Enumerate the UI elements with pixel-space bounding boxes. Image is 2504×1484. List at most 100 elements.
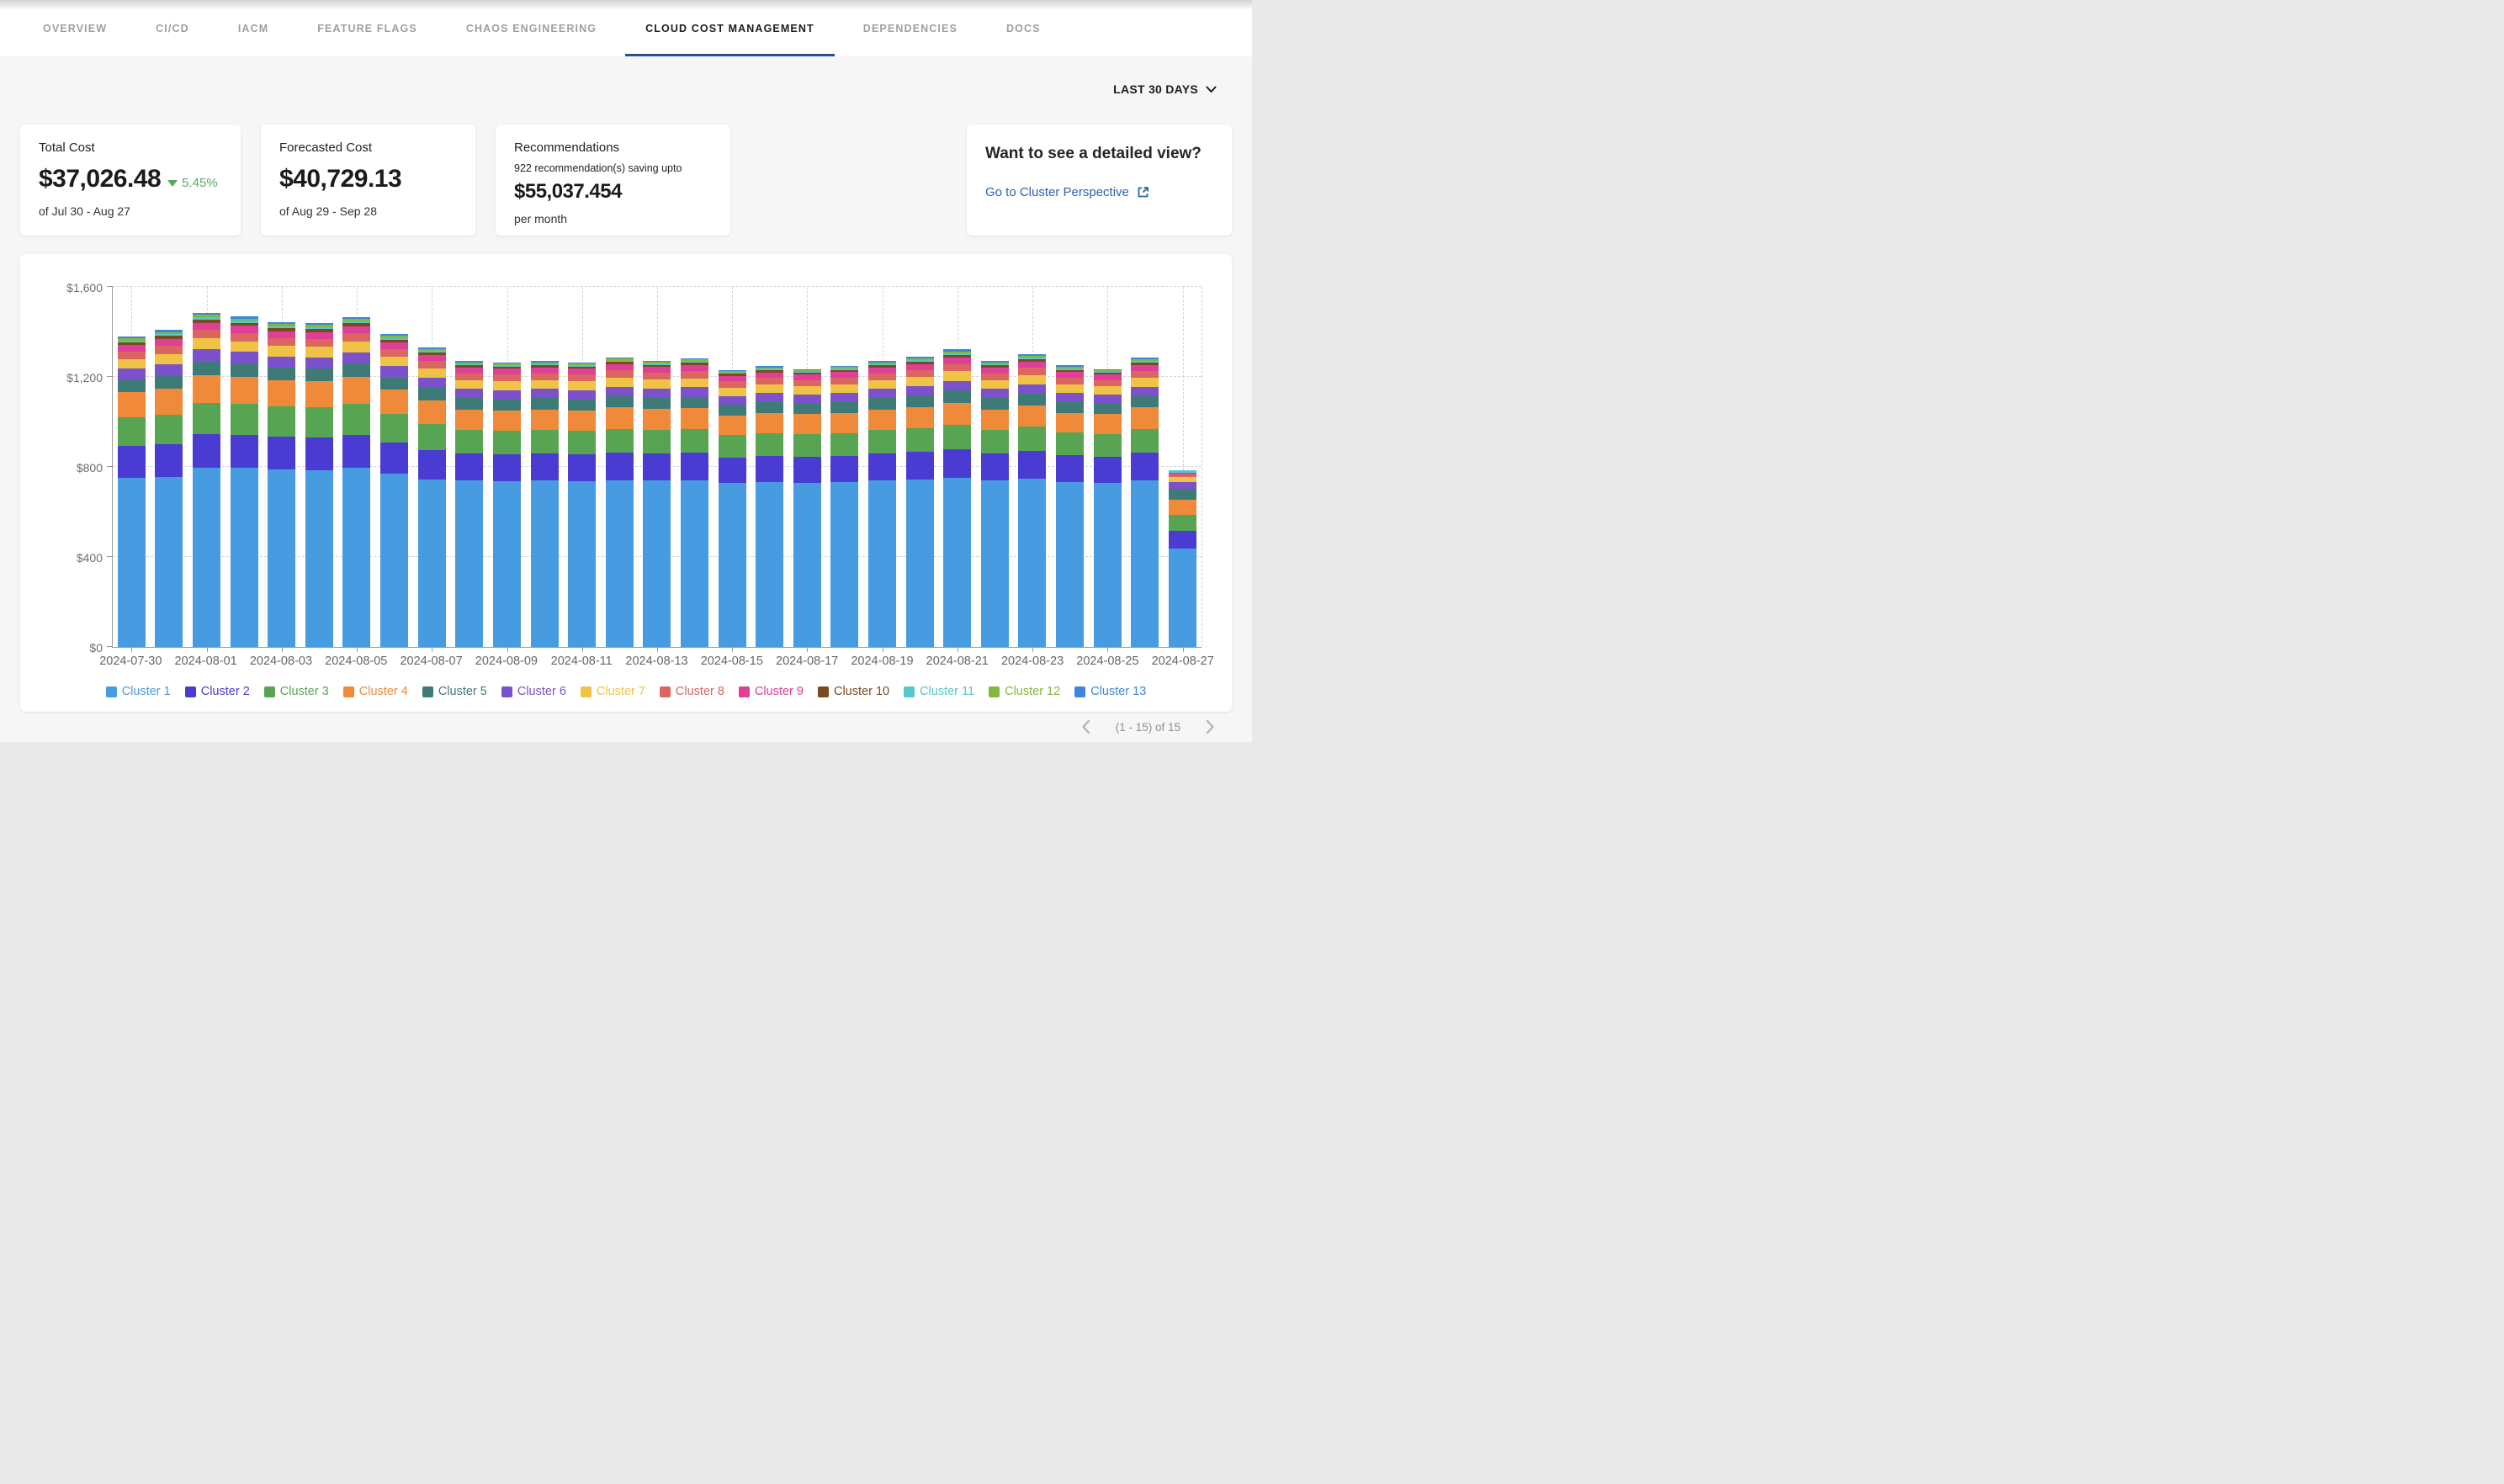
segment-cluster-8 — [380, 349, 408, 357]
bar-2024-08-20[interactable] — [901, 287, 939, 647]
segment-cluster-5 — [1094, 404, 1122, 415]
legend-item-cluster-12[interactable]: Cluster 12 — [989, 685, 1060, 698]
bar-2024-08-13[interactable] — [639, 287, 676, 647]
segment-cluster-3 — [719, 435, 746, 457]
bar-2024-08-22[interactable] — [976, 287, 1014, 647]
y-tick-mark — [107, 286, 113, 287]
segment-cluster-9 — [1018, 362, 1046, 368]
legend-item-cluster-7[interactable]: Cluster 7 — [581, 685, 645, 698]
bar-2024-08-24[interactable] — [1051, 287, 1089, 647]
bar-2024-08-08[interactable] — [450, 287, 488, 647]
x-tick-label: 2024-08-05 — [325, 655, 387, 668]
segment-cluster-4 — [193, 375, 220, 403]
bar-2024-08-25[interactable] — [1089, 287, 1127, 647]
legend-item-cluster-5[interactable]: Cluster 5 — [422, 685, 487, 698]
segment-cluster-1 — [981, 480, 1009, 647]
segment-cluster-5 — [719, 405, 746, 416]
bar-2024-08-05[interactable] — [338, 287, 376, 647]
segment-cluster-7 — [793, 386, 821, 395]
bar-2024-08-15[interactable] — [714, 287, 751, 647]
bar-2024-08-07[interactable] — [413, 287, 451, 647]
segment-cluster-3 — [643, 430, 671, 453]
chevron-right-icon[interactable] — [1206, 719, 1215, 734]
x-tick-mark — [657, 647, 658, 652]
tab-docs[interactable]: DOCS — [982, 0, 1065, 56]
summary-cards: Total Cost $37,026.485.45% of Jul 30 - A… — [20, 125, 1232, 236]
cost-chart-card: $0$400$800$1,200$1,600 2024-07-302024-08… — [20, 254, 1232, 712]
tab-ci-cd[interactable]: CI/CD — [131, 0, 214, 56]
forecasted-cost-period: of Aug 29 - Sep 28 — [279, 204, 457, 218]
tab-feature-flags[interactable]: FEATURE FLAGS — [293, 0, 442, 56]
segment-cluster-8 — [455, 374, 483, 380]
segment-cluster-9 — [606, 364, 634, 370]
bar-2024-08-14[interactable] — [676, 287, 714, 647]
x-tick-mark — [1032, 647, 1033, 652]
bar-2024-08-26[interactable] — [1126, 287, 1164, 647]
bar-2024-08-27[interactable] — [1164, 287, 1202, 647]
segment-cluster-2 — [643, 453, 671, 480]
segment-cluster-7 — [268, 346, 295, 356]
x-tick-mark — [732, 647, 733, 652]
legend-label: Cluster 8 — [676, 685, 724, 698]
segment-cluster-6 — [418, 378, 446, 388]
bar-2024-08-03[interactable] — [263, 287, 300, 647]
segment-cluster-5 — [418, 388, 446, 400]
legend-label: Cluster 7 — [597, 685, 645, 698]
segment-cluster-2 — [906, 452, 934, 480]
bar-2024-08-16[interactable] — [751, 287, 788, 647]
bar-2024-08-01[interactable] — [188, 287, 225, 647]
bar-2024-08-02[interactable] — [225, 287, 263, 647]
segment-cluster-6 — [643, 389, 671, 398]
segment-cluster-2 — [1131, 453, 1159, 480]
tab-chaos-engineering[interactable]: CHAOS ENGINEERING — [442, 0, 621, 56]
segment-cluster-8 — [155, 346, 183, 354]
legend-item-cluster-11[interactable]: Cluster 11 — [904, 685, 974, 698]
bar-2024-08-17[interactable] — [788, 287, 826, 647]
legend-item-cluster-8[interactable]: Cluster 8 — [660, 685, 724, 698]
bar-2024-08-11[interactable] — [563, 287, 601, 647]
legend-item-cluster-4[interactable]: Cluster 4 — [343, 685, 408, 698]
tab-iacm[interactable]: IACM — [214, 0, 293, 56]
legend-item-cluster-6[interactable]: Cluster 6 — [501, 685, 566, 698]
legend-item-cluster-13[interactable]: Cluster 13 — [1074, 685, 1146, 698]
bar-2024-08-18[interactable] — [826, 287, 864, 647]
legend-swatch — [264, 686, 275, 697]
segment-cluster-5 — [830, 402, 858, 413]
cluster-perspective-link[interactable]: Go to Cluster Perspective — [985, 185, 1213, 199]
bar-2024-07-30[interactable] — [113, 287, 151, 647]
segment-cluster-5 — [155, 375, 183, 389]
segment-cluster-6 — [1131, 387, 1159, 396]
legend-item-cluster-3[interactable]: Cluster 3 — [264, 685, 329, 698]
segment-cluster-1 — [830, 482, 858, 647]
chevron-left-icon[interactable] — [1081, 719, 1090, 734]
bar-2024-08-10[interactable] — [526, 287, 564, 647]
segment-cluster-8 — [418, 361, 446, 368]
bar-2024-08-09[interactable] — [488, 287, 526, 647]
pagination-label: (1 - 15) of 15 — [1116, 721, 1180, 734]
segment-cluster-4 — [643, 409, 671, 430]
segment-cluster-3 — [531, 430, 559, 453]
x-axis-labels: 2024-07-302024-08-012024-08-032024-08-05… — [112, 655, 1202, 671]
tab-dependencies[interactable]: DEPENDENCIES — [839, 0, 982, 56]
bar-2024-07-31[interactable] — [151, 287, 188, 647]
tab-overview[interactable]: OVERVIEW — [19, 0, 131, 56]
segment-cluster-1 — [643, 480, 671, 647]
bar-2024-08-19[interactable] — [863, 287, 901, 647]
segment-cluster-1 — [531, 480, 559, 647]
segment-cluster-3 — [943, 425, 971, 449]
bar-2024-08-04[interactable] — [300, 287, 338, 647]
tab-cloud-cost-management[interactable]: CLOUD COST MANAGEMENT — [621, 0, 839, 56]
segment-cluster-8 — [268, 338, 295, 347]
date-range-dropdown[interactable]: LAST 30 DAYS — [1113, 82, 1217, 96]
x-tick-label: 2024-08-13 — [625, 655, 687, 668]
legend-item-cluster-10[interactable]: Cluster 10 — [818, 685, 889, 698]
bar-2024-08-12[interactable] — [601, 287, 639, 647]
legend-item-cluster-9[interactable]: Cluster 9 — [739, 685, 804, 698]
date-range-label: LAST 30 DAYS — [1113, 82, 1198, 96]
legend-item-cluster-2[interactable]: Cluster 2 — [185, 685, 250, 698]
legend-item-cluster-1[interactable]: Cluster 1 — [106, 685, 171, 698]
bar-2024-08-21[interactable] — [938, 287, 976, 647]
bar-2024-08-06[interactable] — [375, 287, 413, 647]
bar-2024-08-23[interactable] — [1014, 287, 1052, 647]
segment-cluster-9 — [193, 323, 220, 331]
